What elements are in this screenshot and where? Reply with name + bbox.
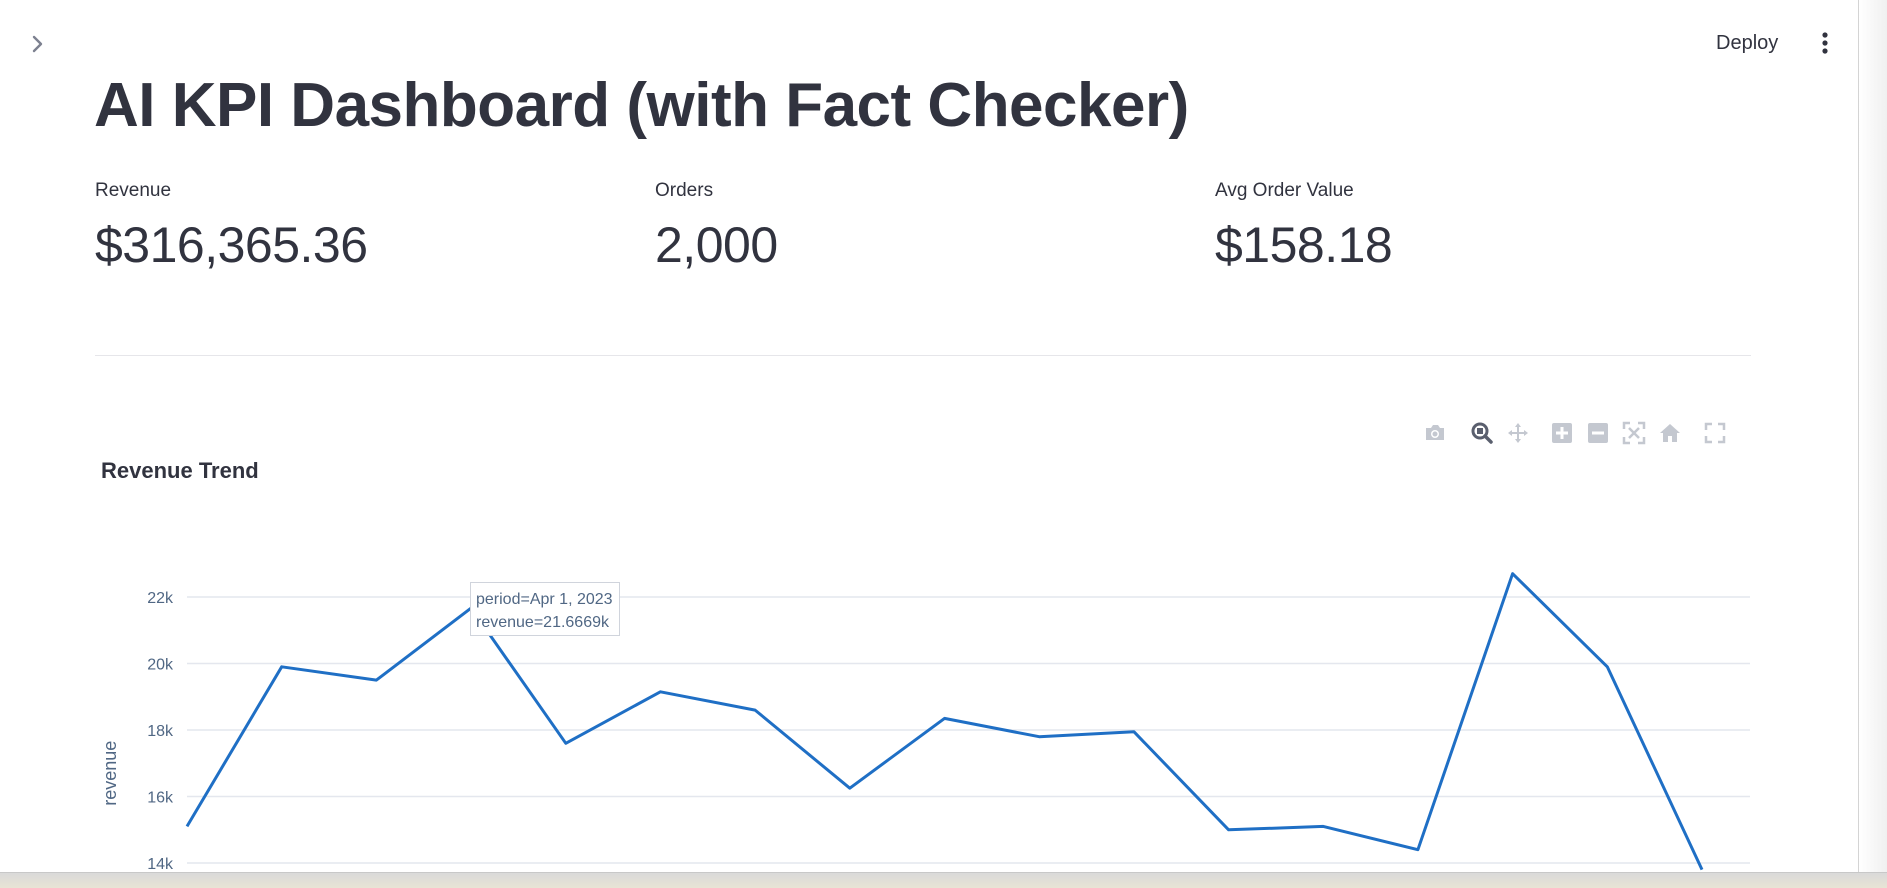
metric-orders: Orders 2,000 bbox=[655, 180, 1175, 274]
y-tick-label: 14k bbox=[147, 856, 174, 873]
zoom-in-icon bbox=[1552, 423, 1572, 443]
zoom-button[interactable] bbox=[1467, 418, 1497, 448]
fullscreen-icon bbox=[1704, 422, 1726, 444]
download-png-button[interactable] bbox=[1420, 418, 1450, 448]
home-icon bbox=[1660, 424, 1680, 442]
camera-icon bbox=[1426, 425, 1444, 440]
tooltip-line-period: period=Apr 1, 2023 bbox=[476, 591, 613, 608]
main-menu-button[interactable] bbox=[1810, 26, 1840, 60]
reset-axes-button[interactable] bbox=[1655, 418, 1685, 448]
metrics-row: Revenue $316,365.36 Orders 2,000 Avg Ord… bbox=[95, 180, 1755, 280]
y-tick-label: 20k bbox=[147, 657, 174, 674]
metric-label: Avg Order Value bbox=[1215, 180, 1354, 201]
fullscreen-button[interactable] bbox=[1700, 418, 1730, 448]
vertical-dots-icon bbox=[1822, 32, 1828, 54]
revenue-trend-chart: 14k 16k 18k 20k 22k revenue bbox=[100, 572, 1750, 873]
y-axis-title: revenue bbox=[100, 741, 120, 806]
autoscale-icon bbox=[1622, 421, 1646, 445]
chart-title: Revenue Trend bbox=[101, 458, 259, 483]
section-divider bbox=[95, 355, 1751, 356]
tooltip-line-revenue: revenue=21.6669k bbox=[476, 614, 609, 631]
zoom-out-icon bbox=[1588, 423, 1608, 443]
metric-value: 2,000 bbox=[655, 217, 778, 273]
chevron-right-icon bbox=[32, 35, 43, 53]
grid-layer bbox=[187, 596, 1750, 864]
metric-label: Revenue bbox=[95, 180, 172, 201]
y-tick-label: 22k bbox=[147, 590, 174, 607]
tick-layer: 14k 16k 18k 20k 22k bbox=[147, 590, 174, 873]
zoom-out-button[interactable] bbox=[1583, 418, 1613, 448]
metric-value: $158.18 bbox=[1215, 217, 1393, 273]
zoom-icon bbox=[1471, 422, 1493, 444]
chart-area: 14k 16k 18k 20k 22k revenue bbox=[0, 520, 1887, 875]
app-root: Deploy AI KPI Dashboard (with Fact Check… bbox=[0, 0, 1887, 888]
metric-label: Orders bbox=[655, 180, 714, 201]
series-layer bbox=[185, 572, 1704, 871]
revenue-series-line[interactable] bbox=[185, 572, 1704, 871]
pan-icon bbox=[1508, 423, 1528, 443]
chart-modebar bbox=[1420, 418, 1740, 448]
metric-revenue: Revenue $316,365.36 bbox=[95, 180, 615, 274]
y-tick-label: 16k bbox=[147, 790, 174, 807]
autoscale-button[interactable] bbox=[1619, 418, 1649, 448]
zoom-in-button[interactable] bbox=[1547, 418, 1577, 448]
metric-avg-order-value: Avg Order Value $158.18 bbox=[1215, 180, 1735, 274]
deploy-button[interactable]: Deploy bbox=[1706, 26, 1788, 60]
pan-button[interactable] bbox=[1503, 418, 1533, 448]
chart-tooltip: period=Apr 1, 2023 revenue=21.6669k bbox=[470, 582, 620, 636]
metric-value: $316,365.36 bbox=[95, 217, 368, 273]
taskbar-edge bbox=[0, 872, 1887, 888]
page-title: AI KPI Dashboard (with Fact Checker) bbox=[94, 71, 1189, 140]
sidebar-toggle-button[interactable] bbox=[22, 28, 54, 60]
y-tick-label: 18k bbox=[147, 723, 174, 740]
window-edge bbox=[1858, 0, 1887, 872]
